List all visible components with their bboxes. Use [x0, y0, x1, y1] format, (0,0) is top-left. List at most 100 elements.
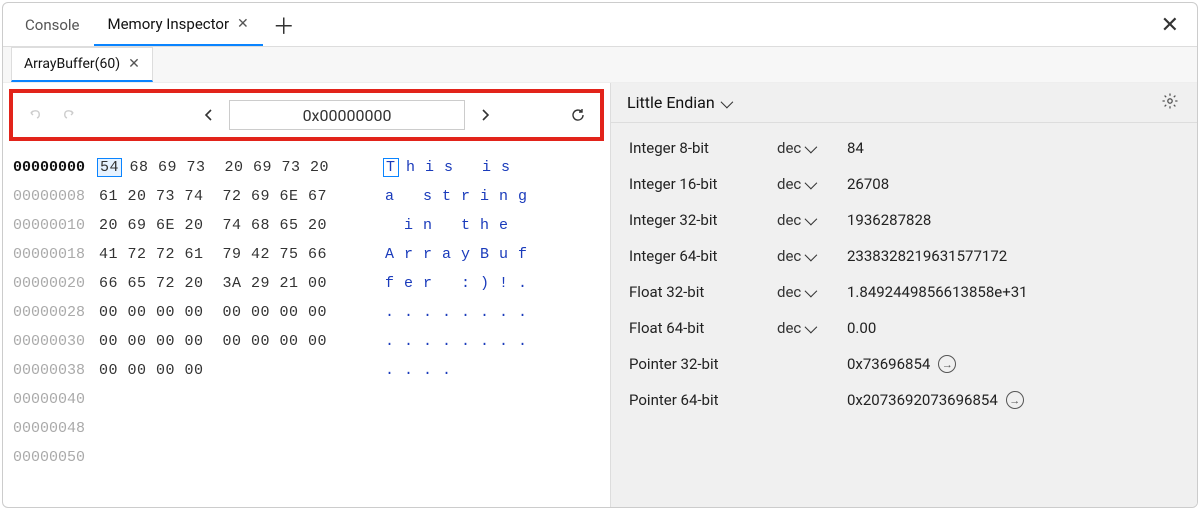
chevron-left-icon: [203, 108, 215, 122]
interpretation-row: Integer 8-bitdec84: [629, 139, 1179, 157]
format-select[interactable]: dec: [777, 139, 847, 157]
format-select[interactable]: dec: [777, 247, 847, 265]
hex-bytes[interactable]: 41 72 72 61 79 42 75 66: [99, 240, 385, 269]
jump-to-address-button[interactable]: →: [1006, 391, 1024, 409]
hex-bytes[interactable]: 00 00 00 00: [99, 356, 385, 385]
endianness-select[interactable]: Little Endian: [627, 93, 730, 112]
hex-row: 0000002800 00 00 00 00 00 00 00. . . . .…: [13, 298, 600, 327]
hex-address[interactable]: 00000040: [13, 385, 99, 414]
hex-address[interactable]: 00000038: [13, 356, 99, 385]
hex-row: 0000001841 72 72 61 79 42 75 66A r r a y…: [13, 240, 600, 269]
undo-icon: [27, 107, 43, 123]
format-select[interactable]: dec: [777, 211, 847, 229]
format-label: dec: [777, 175, 801, 193]
interpretation-row: Float 64-bitdec0.00: [629, 319, 1179, 337]
buffer-tabbar: ArrayBuffer(60) ✕: [3, 47, 1197, 83]
interpretation-value: 1936287828: [847, 211, 931, 229]
interpretation-row: Pointer 32-bit 0x73696854→: [629, 355, 1179, 373]
address-navbar: [9, 89, 604, 141]
hex-row: 0000003800 00 00 00. . . .: [13, 356, 600, 385]
interpretation-row: Float 32-bitdec1.8492449856613858e+31: [629, 283, 1179, 301]
hex-bytes[interactable]: 00 00 00 00 00 00 00 00: [99, 327, 385, 356]
format-label: dec: [777, 247, 801, 265]
gear-icon: [1161, 92, 1179, 110]
refresh-icon: [570, 107, 586, 123]
hex-row: 00000040: [13, 385, 600, 414]
hex-row: 0000003000 00 00 00 00 00 00 00. . . . .…: [13, 327, 600, 356]
close-tab-icon[interactable]: ✕: [237, 16, 249, 32]
format-label: dec: [777, 319, 801, 337]
address-input[interactable]: [229, 100, 465, 130]
chevron-down-icon: [721, 93, 730, 112]
interpretation-label: Pointer 32-bit: [629, 355, 777, 373]
format-select[interactable]: dec: [777, 319, 847, 337]
hex-address[interactable]: 00000048: [13, 414, 99, 443]
format-label: dec: [777, 283, 801, 301]
hex-row: 0000002066 65 72 20 3A 29 21 00f e r : )…: [13, 269, 600, 298]
redo-button[interactable]: [55, 101, 83, 129]
hex-address[interactable]: 00000010: [13, 211, 99, 240]
close-buffer-tab-icon[interactable]: ✕: [128, 56, 140, 72]
format-label: dec: [777, 211, 801, 229]
refresh-button[interactable]: [564, 101, 592, 129]
hex-bytes[interactable]: [99, 414, 385, 443]
interpretation-row: Integer 16-bitdec26708: [629, 175, 1179, 193]
hex-ascii[interactable]: i n t h e: [385, 211, 528, 240]
hex-ascii[interactable]: T h i s i s: [385, 153, 530, 182]
interpretation-value: 0x2073692073696854→: [847, 391, 1024, 409]
interpretation-value: 0.00: [847, 319, 876, 337]
hex-address[interactable]: 00000008: [13, 182, 99, 211]
memory-inspector-panel: Console Memory Inspector ✕ ＋ ✕ ArrayBuff…: [2, 2, 1198, 508]
interpretation-row: Integer 32-bitdec1936287828: [629, 211, 1179, 229]
hex-row: 00000048: [13, 414, 600, 443]
hex-address[interactable]: 00000018: [13, 240, 99, 269]
hex-address[interactable]: 00000050: [13, 443, 99, 472]
hex-address[interactable]: 00000020: [13, 269, 99, 298]
new-tab-button[interactable]: ＋: [263, 9, 305, 41]
chevron-down-icon: [805, 139, 814, 157]
interpretation-label: Pointer 64-bit: [629, 391, 777, 409]
hex-bytes[interactable]: 66 65 72 20 3A 29 21 00: [99, 269, 385, 298]
selected-ascii[interactable]: T: [383, 158, 399, 177]
interpretation-value: 0x73696854→: [847, 355, 956, 373]
hex-table: 0000000054 68 69 73 20 69 73 20T h i s i…: [3, 147, 610, 482]
close-panel-icon[interactable]: ✕: [1161, 13, 1179, 38]
settings-button[interactable]: [1161, 92, 1181, 114]
format-select[interactable]: dec: [777, 175, 847, 193]
hex-bytes[interactable]: [99, 443, 385, 472]
chevron-down-icon: [805, 247, 814, 265]
chevron-down-icon: [805, 175, 814, 193]
hex-ascii[interactable]: . . . . . . . .: [385, 298, 528, 327]
selected-byte[interactable]: 54: [97, 158, 122, 177]
hex-bytes[interactable]: 61 20 73 74 72 69 6E 67: [99, 182, 385, 211]
tab-memory-inspector[interactable]: Memory Inspector ✕: [94, 3, 263, 46]
endianness-label: Little Endian: [627, 93, 715, 112]
hex-bytes[interactable]: 00 00 00 00 00 00 00 00: [99, 298, 385, 327]
hex-address[interactable]: 00000028: [13, 298, 99, 327]
hex-ascii[interactable]: . . . .: [385, 356, 452, 385]
undo-button[interactable]: [21, 101, 49, 129]
hex-bytes[interactable]: 54 68 69 73 20 69 73 20: [99, 153, 385, 182]
tab-memory-label: Memory Inspector: [108, 15, 230, 33]
prev-page-button[interactable]: [195, 101, 223, 129]
tab-console[interactable]: Console: [11, 3, 94, 46]
hex-bytes[interactable]: [99, 385, 385, 414]
interpretation-label: Integer 16-bit: [629, 175, 777, 193]
hex-row: 0000000861 20 73 74 72 69 6E 67a s t r i…: [13, 182, 600, 211]
jump-to-address-button[interactable]: →: [938, 355, 956, 373]
interpretation-value: 2338328219631577172: [847, 247, 1007, 265]
format-select[interactable]: dec: [777, 283, 847, 301]
hex-bytes[interactable]: 20 69 6E 20 74 68 65 20: [99, 211, 385, 240]
buffer-tab[interactable]: ArrayBuffer(60) ✕: [11, 47, 153, 82]
hex-row: 0000000054 68 69 73 20 69 73 20T h i s i…: [13, 153, 600, 182]
hex-ascii[interactable]: a s t r i n g: [385, 182, 528, 211]
interpretation-label: Integer 8-bit: [629, 139, 777, 157]
format-label: dec: [777, 139, 801, 157]
next-page-button[interactable]: [471, 101, 499, 129]
hex-ascii[interactable]: A r r a y B u f: [385, 240, 528, 269]
hex-ascii[interactable]: f e r : ) ! .: [385, 269, 528, 298]
interpreter-header: Little Endian: [611, 83, 1197, 123]
hex-ascii[interactable]: . . . . . . . .: [385, 327, 528, 356]
hex-address[interactable]: 00000000: [13, 153, 99, 182]
hex-address[interactable]: 00000030: [13, 327, 99, 356]
